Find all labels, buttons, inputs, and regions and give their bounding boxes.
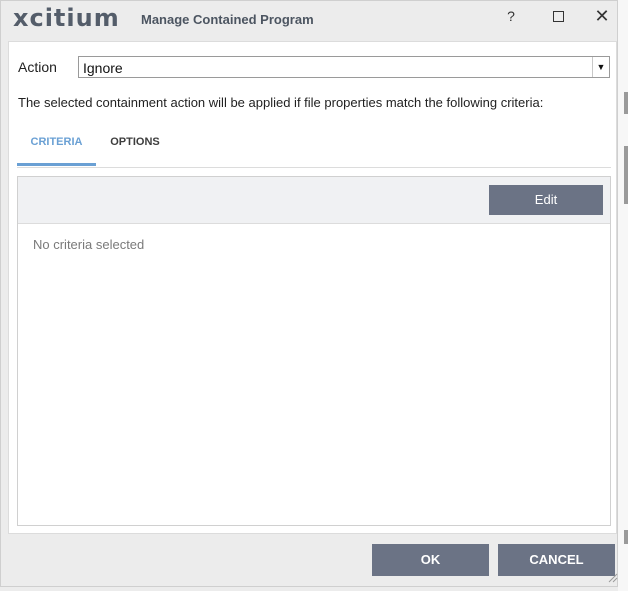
empty-criteria-text: No criteria selected (33, 237, 145, 252)
brand-logo: xcitium (13, 4, 120, 32)
action-dropdown[interactable]: Ignore ▼ (78, 56, 610, 78)
help-button[interactable]: ? (491, 5, 531, 27)
cancel-button[interactable]: CANCEL (498, 544, 615, 576)
title-bar: xcitium Manage Contained Program ? ✕ (1, 1, 619, 39)
content-panel: Action Ignore ▼ The selected containment… (8, 41, 617, 534)
tab-options[interactable]: OPTIONS (101, 124, 169, 166)
action-selected-value: Ignore (83, 60, 123, 76)
chevron-down-icon[interactable]: ▼ (592, 57, 609, 77)
background-scroll-mark (624, 146, 628, 204)
edit-button[interactable]: Edit (489, 185, 603, 215)
dialog-title: Manage Contained Program (141, 12, 314, 27)
action-label: Action (18, 59, 57, 75)
resize-grip-icon[interactable] (606, 571, 618, 583)
background-window-edge (618, 0, 628, 591)
criteria-panel: Edit No criteria selected (17, 176, 611, 526)
close-icon: ✕ (594, 6, 610, 26)
help-icon: ? (507, 8, 515, 24)
tab-bar: CRITERIA OPTIONS (17, 124, 611, 168)
tab-criteria[interactable]: CRITERIA (17, 124, 96, 166)
ok-button[interactable]: OK (372, 544, 489, 576)
criteria-description: The selected containment action will be … (18, 95, 544, 110)
criteria-toolbar: Edit (18, 177, 610, 224)
background-scroll-mark (624, 530, 628, 544)
manage-contained-program-dialog: xcitium Manage Contained Program ? ✕ Act… (0, 0, 618, 587)
maximize-icon (552, 11, 564, 22)
background-scroll-mark (624, 92, 628, 114)
close-button[interactable]: ✕ (582, 5, 622, 27)
maximize-button[interactable] (538, 5, 578, 27)
